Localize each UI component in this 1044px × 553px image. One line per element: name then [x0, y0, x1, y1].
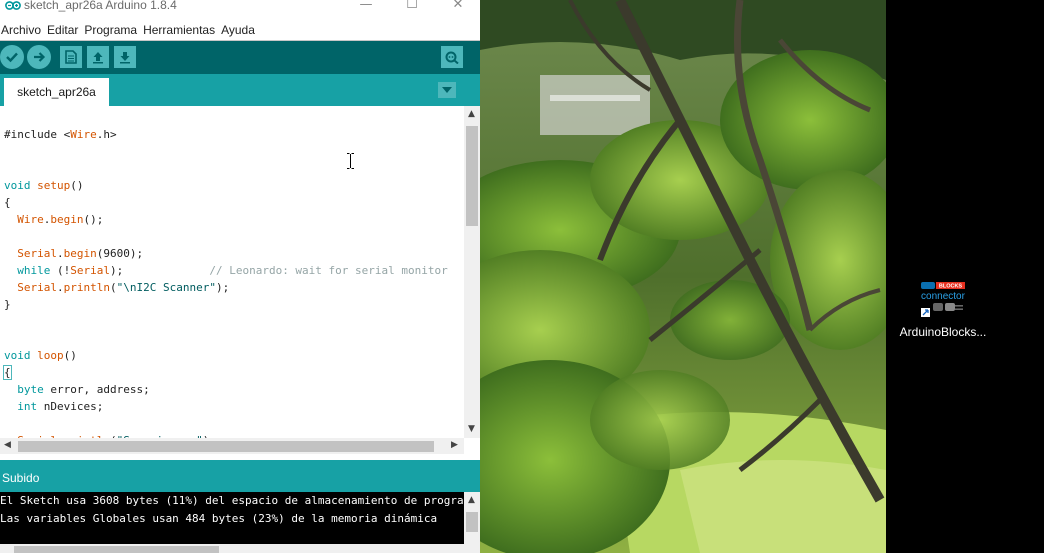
code-line[interactable] [4, 228, 448, 245]
code-text[interactable]: #include <Wire.h> void setup(){ Wire.beg… [3, 109, 448, 438]
scroll-up-icon[interactable]: ▲ [468, 495, 475, 505]
code-line[interactable] [4, 330, 448, 347]
minimize-button[interactable]: — [343, 0, 389, 19]
svg-text:BLOCKS: BLOCKS [939, 284, 963, 290]
console-output: El Sketch usa 3608 bytes (11%) del espac… [0, 492, 464, 544]
console-vertical-scrollbar[interactable]: ▲ [464, 492, 480, 544]
code-line[interactable]: { [3, 364, 448, 381]
menu-archivo[interactable]: Archivo [0, 23, 45, 37]
code-line[interactable]: while (!Serial); // Leonardo: wait for s… [4, 262, 448, 279]
desktop-wallpaper [480, 0, 886, 553]
code-line[interactable]: { [4, 194, 448, 211]
code-line[interactable]: } [4, 296, 448, 313]
arduino-ide-window: sketch_apr26a Arduino 1.8.4 — ☐ ✕ Archiv… [0, 0, 480, 553]
menu-ayuda[interactable]: Ayuda [220, 23, 259, 37]
code-line[interactable] [4, 415, 448, 432]
editor-horizontal-scrollbar[interactable]: ◀ ▶ [0, 438, 464, 454]
title-bar: sketch_apr26a Arduino 1.8.4 — ☐ ✕ [0, 0, 480, 19]
code-line[interactable]: Wire.begin(); [4, 211, 448, 228]
text-cursor-icon [347, 153, 354, 169]
code-line[interactable]: Serial.begin(9600); [4, 245, 448, 262]
console-line: Las variables Globales usan 484 bytes (2… [0, 512, 438, 525]
toolbar [0, 41, 480, 74]
svg-text:connector: connector [921, 291, 966, 302]
scroll-thumb[interactable] [14, 546, 219, 553]
code-line[interactable] [4, 143, 448, 160]
scroll-up-icon[interactable]: ▲ [468, 109, 475, 119]
tab-bar: sketch_apr26a [0, 74, 480, 106]
scroll-right-icon[interactable]: ▶ [451, 440, 458, 450]
chevron-down-icon [442, 87, 452, 93]
code-line[interactable]: void loop() [4, 347, 448, 364]
open-button[interactable] [87, 46, 109, 68]
code-line[interactable] [4, 313, 448, 330]
editor-vertical-scrollbar[interactable]: ▲ ▼ [464, 106, 480, 438]
close-button[interactable]: ✕ [435, 0, 480, 19]
save-button[interactable] [114, 46, 136, 68]
tab-menu-button[interactable] [438, 82, 456, 98]
save-icon [120, 52, 130, 64]
code-line[interactable]: #include <Wire.h> [4, 126, 448, 143]
scroll-thumb[interactable] [18, 441, 434, 452]
status-bar: Subido [0, 460, 480, 492]
menu-herramientas[interactable]: Herramientas [142, 23, 219, 37]
upload-button[interactable] [27, 45, 51, 69]
tab-sketch[interactable]: sketch_apr26a [4, 78, 109, 106]
upload-icon [34, 52, 46, 62]
code-line[interactable] [4, 109, 448, 126]
status-text: Subido [2, 471, 40, 485]
code-line[interactable]: Serial.println("\nI2C Scanner"); [4, 279, 448, 296]
scroll-down-icon[interactable]: ▼ [468, 424, 475, 434]
serial-monitor-icon [445, 51, 459, 64]
maximize-button[interactable]: ☐ [389, 0, 435, 19]
new-icon [65, 50, 77, 64]
code-line[interactable]: byte error, address; [4, 381, 448, 398]
arduinoblocks-connector-icon: BLOCKS connector [921, 282, 966, 317]
console-horizontal-scrollbar[interactable] [0, 544, 480, 553]
code-line[interactable]: int nDevices; [4, 398, 448, 415]
arduino-app-icon [5, 1, 21, 10]
verify-button[interactable] [0, 45, 24, 69]
desktop-shortcut-arduinoblocks[interactable]: BLOCKS connector ArduinoBlocks... [897, 280, 989, 344]
window-title: sketch_apr26a Arduino 1.8.4 [24, 0, 177, 12]
code-editor[interactable]: #include <Wire.h> void setup(){ Wire.beg… [0, 106, 464, 438]
menu-editar[interactable]: Editar [46, 23, 82, 37]
console-line: El Sketch usa 3608 bytes (11%) del espac… [0, 494, 464, 507]
desktop-icon-label: ArduinoBlocks... [899, 325, 987, 339]
code-line[interactable]: void setup() [4, 177, 448, 194]
nature-photo [480, 0, 886, 553]
open-icon [93, 52, 103, 64]
menu-bar: Archivo Editar Programa Herramientas Ayu… [0, 19, 480, 41]
scroll-left-icon[interactable]: ◀ [4, 440, 11, 450]
scroll-thumb[interactable] [466, 126, 478, 226]
serial-monitor-button[interactable] [441, 46, 463, 68]
code-line[interactable] [4, 160, 448, 177]
scroll-thumb[interactable] [466, 512, 478, 532]
new-button[interactable] [60, 46, 82, 68]
verify-icon [6, 52, 18, 63]
menu-programa[interactable]: Programa [83, 23, 141, 37]
